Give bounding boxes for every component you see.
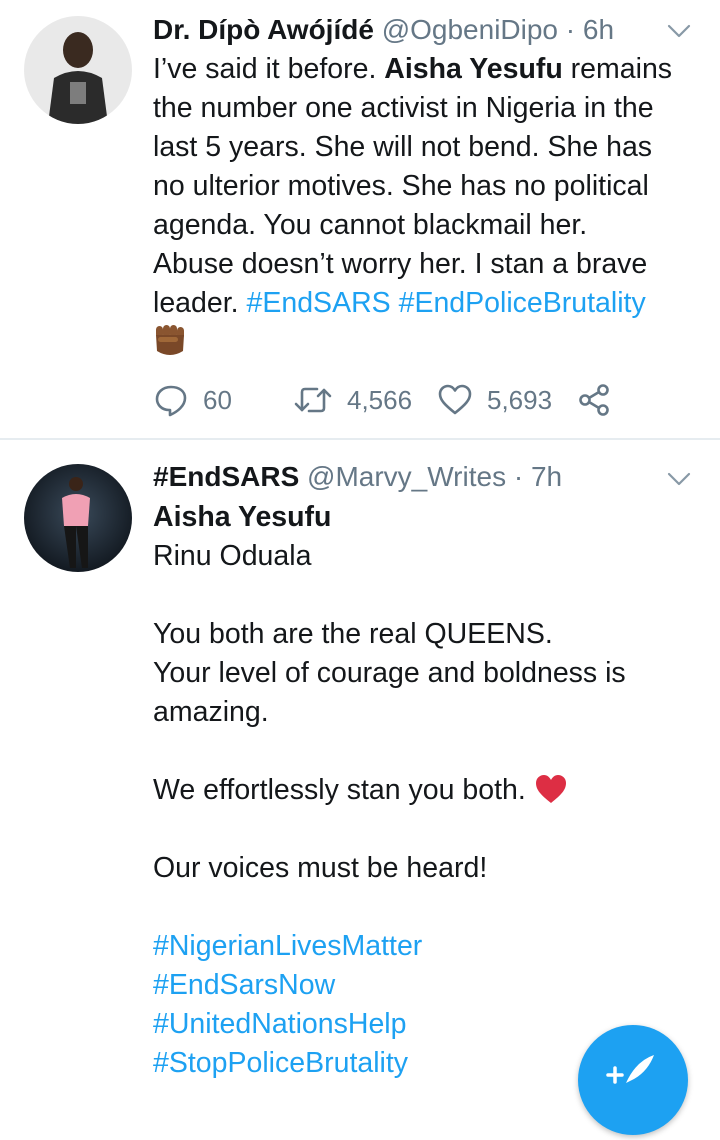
tweet-line: Aisha Yesufu bbox=[153, 501, 332, 533]
text-segment: remains bbox=[562, 53, 673, 85]
avatar-dipo[interactable] bbox=[24, 16, 132, 124]
tweet-line: You both are the real QUEENS. bbox=[153, 618, 553, 650]
text-segment: We effortlessly stan you both. bbox=[153, 774, 534, 806]
avatar-marvy[interactable] bbox=[24, 464, 132, 572]
tweet-line: We effortlessly stan you both. bbox=[153, 771, 693, 810]
author-name[interactable]: Dr. Dípò Awójídé bbox=[153, 14, 374, 45]
tweet-line: Our voices must be heard! bbox=[153, 852, 488, 884]
tweet-line: Abuse doesn’t worry her. I stan a brave bbox=[153, 248, 648, 280]
tweet-line bbox=[153, 323, 693, 364]
tweet-line: last 5 years. She will not bend. She has bbox=[153, 131, 653, 163]
tweet-line: leader. #EndSARS #EndPoliceBrutality bbox=[153, 284, 693, 323]
tweet-text: Aisha Yesufu Rinu Oduala You both are th… bbox=[153, 498, 693, 1083]
reply-icon bbox=[155, 385, 187, 417]
like-count: 5,693 bbox=[487, 384, 553, 415]
avatar-image bbox=[24, 464, 132, 572]
hashtag-nigerianlivesmatter[interactable]: #NigerianLivesMatter bbox=[153, 927, 693, 966]
share-icon bbox=[579, 384, 609, 416]
chevron-down-icon[interactable] bbox=[666, 18, 692, 44]
author-name[interactable]: #EndSARS bbox=[153, 461, 299, 492]
compose-tweet-button[interactable] bbox=[578, 1025, 688, 1135]
tweet-line: amazing. bbox=[153, 696, 269, 728]
chevron-down-icon[interactable] bbox=[666, 466, 692, 492]
bold-mention-text: Aisha Yesufu bbox=[384, 53, 563, 85]
reply-count: 60 bbox=[203, 384, 232, 415]
retweet-button[interactable]: 4,566 bbox=[293, 380, 412, 420]
tweet-header: #EndSARS @Marvy_Writes · 7h bbox=[153, 460, 562, 494]
hashtag-endsars[interactable]: #EndSARS bbox=[247, 287, 391, 319]
separator-dot: · bbox=[565, 14, 576, 45]
retweet-count: 4,566 bbox=[347, 384, 413, 415]
like-icon bbox=[438, 384, 472, 415]
hashtag-endsarsnow[interactable]: #EndSarsNow bbox=[153, 966, 693, 1005]
tweet-line: no ulterior motives. She has no politica… bbox=[153, 170, 649, 202]
text-segment: leader. bbox=[153, 287, 247, 319]
tweet-line: the number one activist in Nigeria in th… bbox=[153, 92, 654, 124]
like-button[interactable]: 5,693 bbox=[437, 380, 552, 420]
retweet-icon bbox=[294, 387, 332, 413]
compose-icon bbox=[606, 1055, 654, 1084]
text-segment bbox=[391, 287, 399, 319]
raised-fist-emoji bbox=[156, 325, 184, 355]
author-handle[interactable]: @Marvy_Writes bbox=[307, 461, 506, 492]
share-button[interactable] bbox=[577, 380, 611, 420]
red-heart-emoji bbox=[535, 775, 566, 803]
hashtag-endpolicebrutality[interactable]: #EndPoliceBrutality bbox=[399, 287, 646, 319]
separator-dot: · bbox=[513, 461, 524, 492]
tweet-actions: 60 4,566 5,693 bbox=[153, 380, 633, 420]
avatar-image bbox=[24, 16, 132, 124]
text-segment: I’ve said it before. bbox=[153, 53, 385, 85]
tweet-line: Your level of courage and boldness is bbox=[153, 657, 626, 689]
tweet-line: I’ve said it before. Aisha Yesufu remain… bbox=[153, 50, 693, 89]
author-handle[interactable]: @OgbeniDipo bbox=[382, 14, 558, 45]
tweet-line: agenda. You cannot blackmail her. bbox=[153, 209, 588, 241]
reply-button[interactable]: 60 bbox=[153, 380, 232, 420]
tweet-time[interactable]: 6h bbox=[583, 14, 614, 45]
tweet-time[interactable]: 7h bbox=[531, 461, 562, 492]
tweet-line: Rinu Oduala bbox=[153, 540, 312, 572]
tweet-header: Dr. Dípò Awójídé @OgbeniDipo · 6h bbox=[153, 13, 614, 47]
tweet-2[interactable]: #EndSARS @Marvy_Writes · 7h Aisha Yesufu… bbox=[0, 440, 720, 1084]
tweet-1[interactable]: Dr. Dípò Awójídé @OgbeniDipo · 6h I’ve s… bbox=[0, 0, 720, 438]
tweet-text: I’ve said it before. Aisha Yesufu remain… bbox=[153, 50, 693, 364]
